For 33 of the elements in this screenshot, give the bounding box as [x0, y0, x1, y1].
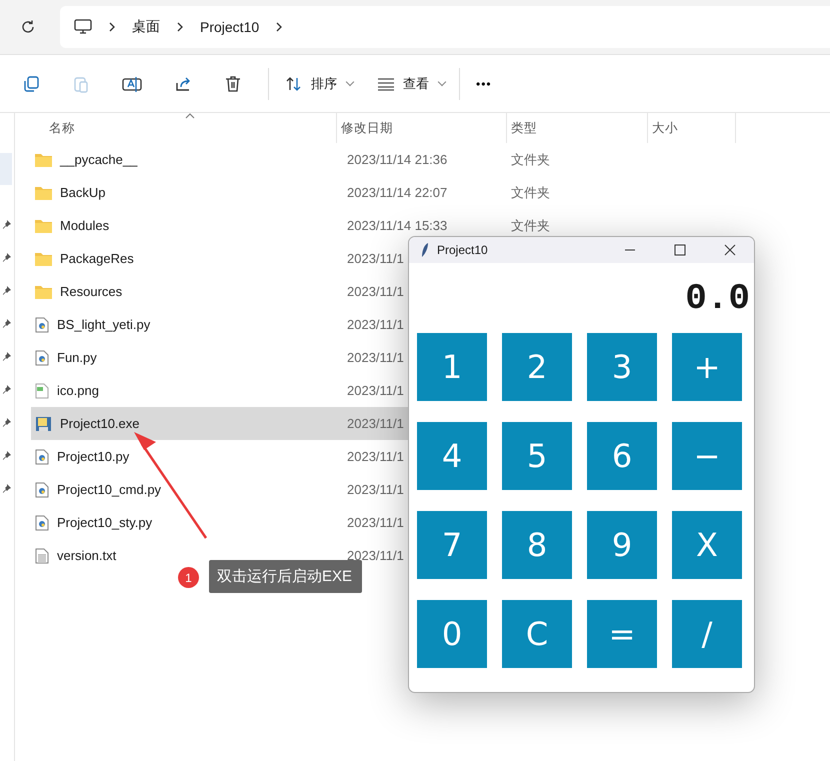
step-badge: 1 — [178, 567, 199, 588]
window-title: Project10 — [437, 243, 488, 257]
date-text: 2023/11/1 — [347, 416, 404, 431]
file-name: Resources — [60, 284, 122, 299]
date-text: 2023/11/1 — [347, 251, 404, 266]
date-text: 2023/11/1 — [347, 350, 404, 365]
file-name: Modules — [60, 218, 110, 233]
date-text: 2023/11/1 — [347, 548, 404, 563]
file-name: BackUp — [60, 185, 106, 200]
type-cell-text: 文件夹 — [510, 216, 551, 234]
type-cell-text: 文件夹 — [510, 150, 551, 168]
date-text: 2023/11/14 21:36 — [347, 152, 448, 167]
date-text: 2023/11/1 — [347, 284, 404, 299]
type-cell-text: 文件夹 — [510, 184, 551, 202]
file-name: __pycache__ — [60, 152, 138, 167]
file-name: Project10.py — [57, 449, 130, 464]
date-text: 2023/11/1 — [347, 317, 404, 332]
date-text: 2023/11/1 — [347, 515, 404, 530]
date-text: 2023/11/1 — [347, 482, 404, 497]
calculator-display: 0.0 — [685, 278, 750, 318]
file-name: version.txt — [57, 548, 116, 563]
date-text: 2023/11/1 — [347, 383, 404, 398]
date-text: 2023/11/14 22:07 — [347, 185, 448, 200]
annotation-tooltip: 双击运行后启动EXE — [209, 560, 362, 593]
file-name: Project10_sty.py — [57, 515, 152, 530]
file-name: ico.png — [57, 383, 99, 398]
date-text: 2023/11/14 15:33 — [347, 218, 448, 233]
file-name: Project10.exe — [60, 416, 140, 431]
file-name: Project10_cmd.py — [57, 482, 162, 497]
file-name: PackageRes — [60, 251, 134, 266]
file-name: BS_light_yeti.py — [57, 317, 150, 332]
date-text: 2023/11/1 — [347, 449, 404, 464]
file-name: Fun.py — [57, 350, 97, 365]
